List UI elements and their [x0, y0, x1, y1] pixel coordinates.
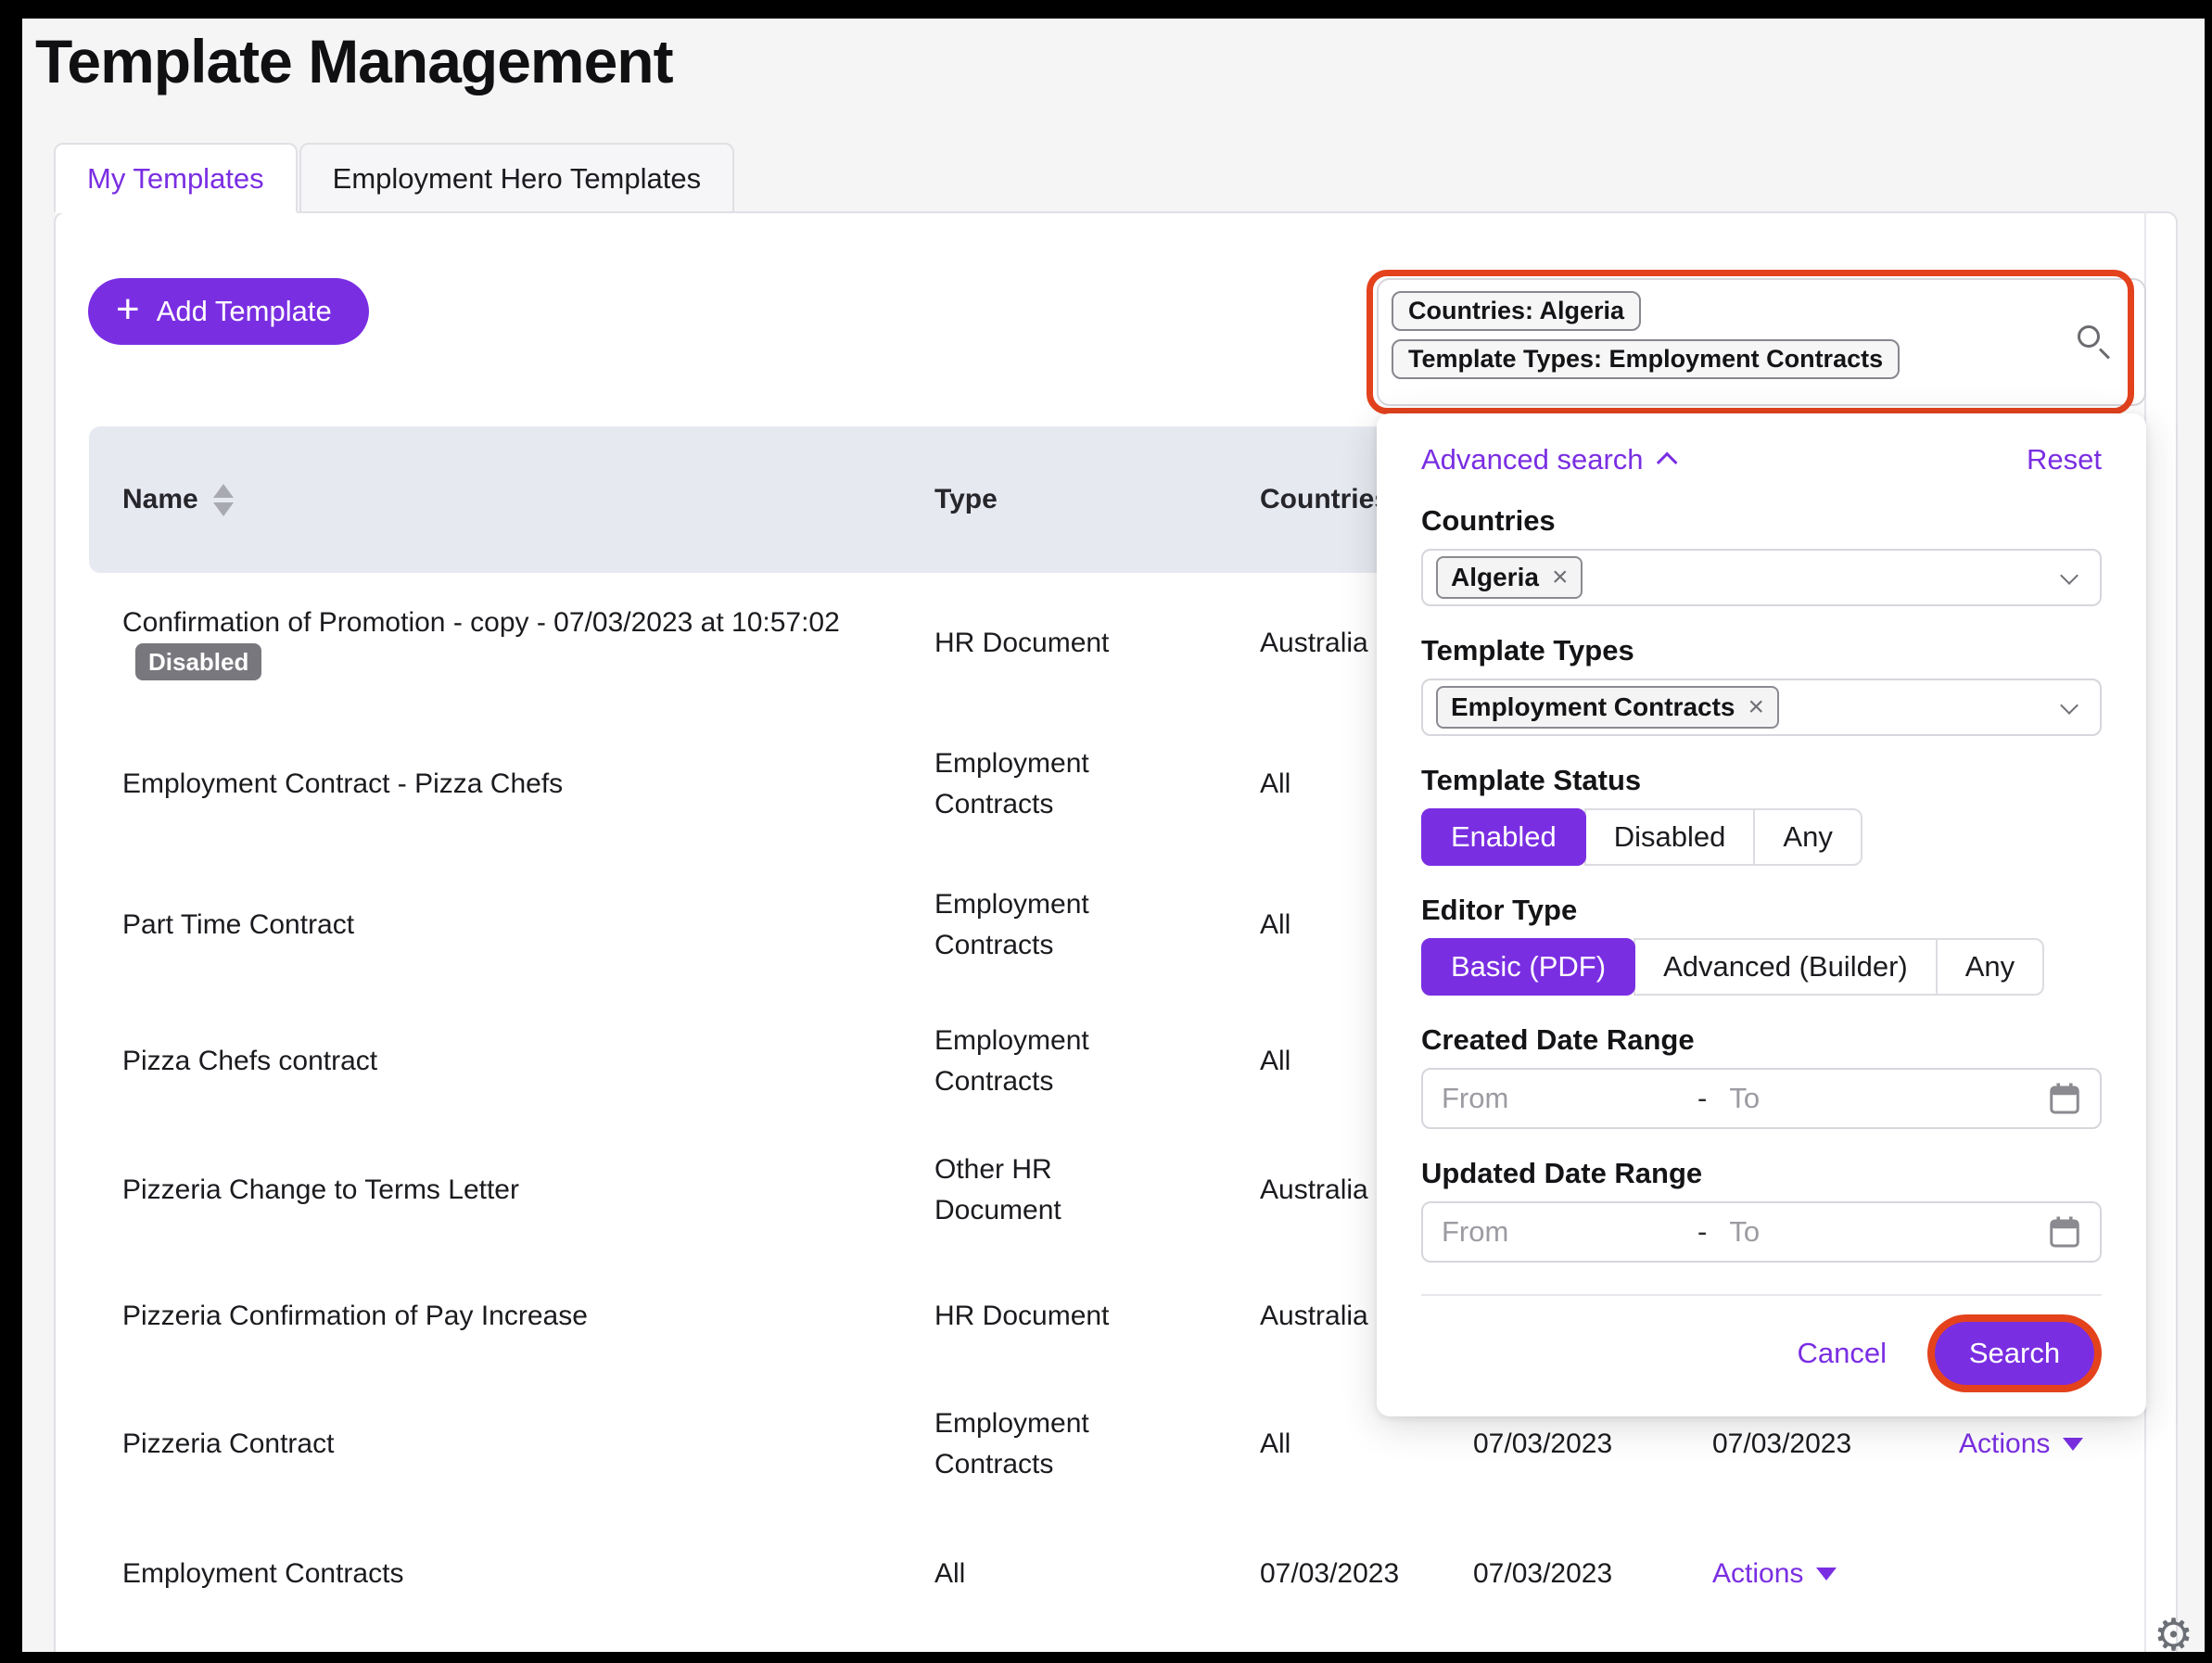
cell-name: Pizza Chefs contract [89, 1041, 934, 1082]
plus-icon: + [116, 289, 140, 330]
updated-date-range-label: Updated Date Range [1421, 1157, 2102, 1190]
cell-countries: 07/03/2023 [1260, 1554, 1473, 1594]
date-to-field[interactable]: To [1729, 1215, 2048, 1249]
editor-basic-button[interactable]: Basic (PDF) [1421, 938, 1635, 996]
settings-gear-icon[interactable]: ⚙ [2154, 1609, 2193, 1652]
cell-updated: 07/03/2023 [1712, 1424, 1959, 1465]
calendar-icon[interactable] [2048, 1214, 2081, 1250]
remove-country-icon[interactable]: × [1552, 562, 1569, 593]
cell-name: Part Time Contract [89, 905, 934, 946]
cell-type: Employment Contracts [934, 1021, 1260, 1102]
template-type-selected-chip: Employment Contracts × [1436, 686, 1779, 729]
created-date-range-input[interactable]: From - To [1421, 1068, 2102, 1129]
tab-bar: My Templates Employment Hero Templates [54, 143, 734, 213]
cell-type: Employment Contracts [934, 1403, 1260, 1485]
status-any-button[interactable]: Any [1753, 808, 1862, 866]
search-chip-countries[interactable]: Countries: Algeria [1392, 291, 1641, 331]
search-chip-list: Countries: Algeria Template Types: Emplo… [1392, 291, 2131, 379]
cell-name: Confirmation of Promotion - copy - 07/03… [89, 603, 934, 685]
add-template-button[interactable]: + Add Template [88, 278, 369, 345]
cell-type: All [934, 1554, 1260, 1594]
date-from-field[interactable]: From [1442, 1215, 1697, 1249]
cell-countries: All [1260, 1424, 1473, 1465]
template-types-select[interactable]: Employment Contracts × [1421, 679, 2102, 736]
tab-employment-hero-templates[interactable]: Employment Hero Templates [299, 143, 734, 213]
reset-link[interactable]: Reset [2027, 443, 2102, 476]
status-badge: Disabled [135, 643, 261, 680]
triangle-down-icon [1816, 1568, 1837, 1580]
cell-actions: Actions [1959, 1424, 2144, 1465]
sort-icon[interactable] [213, 484, 234, 516]
cell-type: Employment Contracts [934, 743, 1260, 825]
cell-name: Employment Contracts [89, 1554, 934, 1594]
template-status-label: Template Status [1421, 764, 2102, 797]
editor-type-label: Editor Type [1421, 894, 2102, 927]
add-template-label: Add Template [157, 295, 332, 328]
template-types-label: Template Types [1421, 634, 2102, 667]
cancel-button[interactable]: Cancel [1798, 1337, 1888, 1370]
search-chip-template-types[interactable]: Template Types: Employment Contracts [1392, 339, 1900, 379]
triangle-down-icon [2063, 1438, 2083, 1451]
template-management-page: Template Management My Templates Employm… [22, 19, 2205, 1652]
chevron-down-icon [2060, 696, 2079, 715]
cell-updated: Actions [1712, 1554, 1959, 1594]
popover-divider [1421, 1294, 2102, 1296]
cell-type: HR Document [934, 1296, 1260, 1337]
template-status-segments: Enabled Disabled Any [1421, 808, 1862, 866]
actions-dropdown[interactable]: Actions [1959, 1424, 2083, 1465]
calendar-icon[interactable] [2048, 1081, 2081, 1116]
search-input[interactable]: Countries: Algeria Template Types: Emplo… [1377, 278, 2146, 406]
countries-select[interactable]: Algeria × [1421, 549, 2102, 606]
cell-created: 07/03/2023 [1473, 1424, 1712, 1465]
status-disabled-button[interactable]: Disabled [1584, 808, 1756, 866]
advanced-search-toggle[interactable]: Advanced search [1421, 443, 1677, 476]
editor-advanced-button[interactable]: Advanced (Builder) [1634, 938, 1938, 996]
cell-created: 07/03/2023 [1473, 1554, 1712, 1594]
cell-name: Pizzeria Confirmation of Pay Increase [89, 1296, 934, 1337]
countries-label: Countries [1421, 504, 2102, 538]
cell-name: Employment Contract - Pizza Chefs [89, 764, 934, 805]
chevron-up-icon [1656, 452, 1677, 474]
cell-type: Employment Contracts [934, 884, 1260, 966]
search-button[interactable]: Search [1935, 1322, 2094, 1385]
cell-type: HR Document [934, 623, 1260, 664]
cell-type: Other HR Document [934, 1149, 1260, 1231]
tab-my-templates[interactable]: My Templates [54, 143, 298, 213]
remove-template-type-icon[interactable]: × [1748, 692, 1765, 723]
column-header-name[interactable]: Name [89, 484, 934, 516]
chevron-down-icon [2060, 566, 2079, 585]
updated-date-range-input[interactable]: From - To [1421, 1201, 2102, 1263]
editor-any-button[interactable]: Any [1936, 938, 2044, 996]
created-date-range-label: Created Date Range [1421, 1023, 2102, 1057]
cell-name: Pizzeria Contract [89, 1424, 934, 1465]
status-enabled-button[interactable]: Enabled [1421, 808, 1586, 866]
countries-selected-chip: Algeria × [1436, 556, 1583, 599]
search-icon[interactable] [2076, 324, 2113, 361]
actions-dropdown[interactable]: Actions [1712, 1554, 1837, 1594]
page-title: Template Management [35, 26, 673, 96]
advanced-search-popover: Advanced search Reset Countries Algeria … [1377, 413, 2146, 1416]
table-row: Employment ContractsAll07/03/202307/03/2… [89, 1509, 2144, 1639]
screenshot-frame: Template Management My Templates Employm… [0, 0, 2212, 1663]
editor-type-segments: Basic (PDF) Advanced (Builder) Any [1421, 938, 2044, 996]
cell-name: Pizzeria Change to Terms Letter [89, 1170, 934, 1211]
column-header-type: Type [934, 484, 1260, 515]
date-to-field[interactable]: To [1729, 1082, 2048, 1115]
date-from-field[interactable]: From [1442, 1082, 1697, 1115]
